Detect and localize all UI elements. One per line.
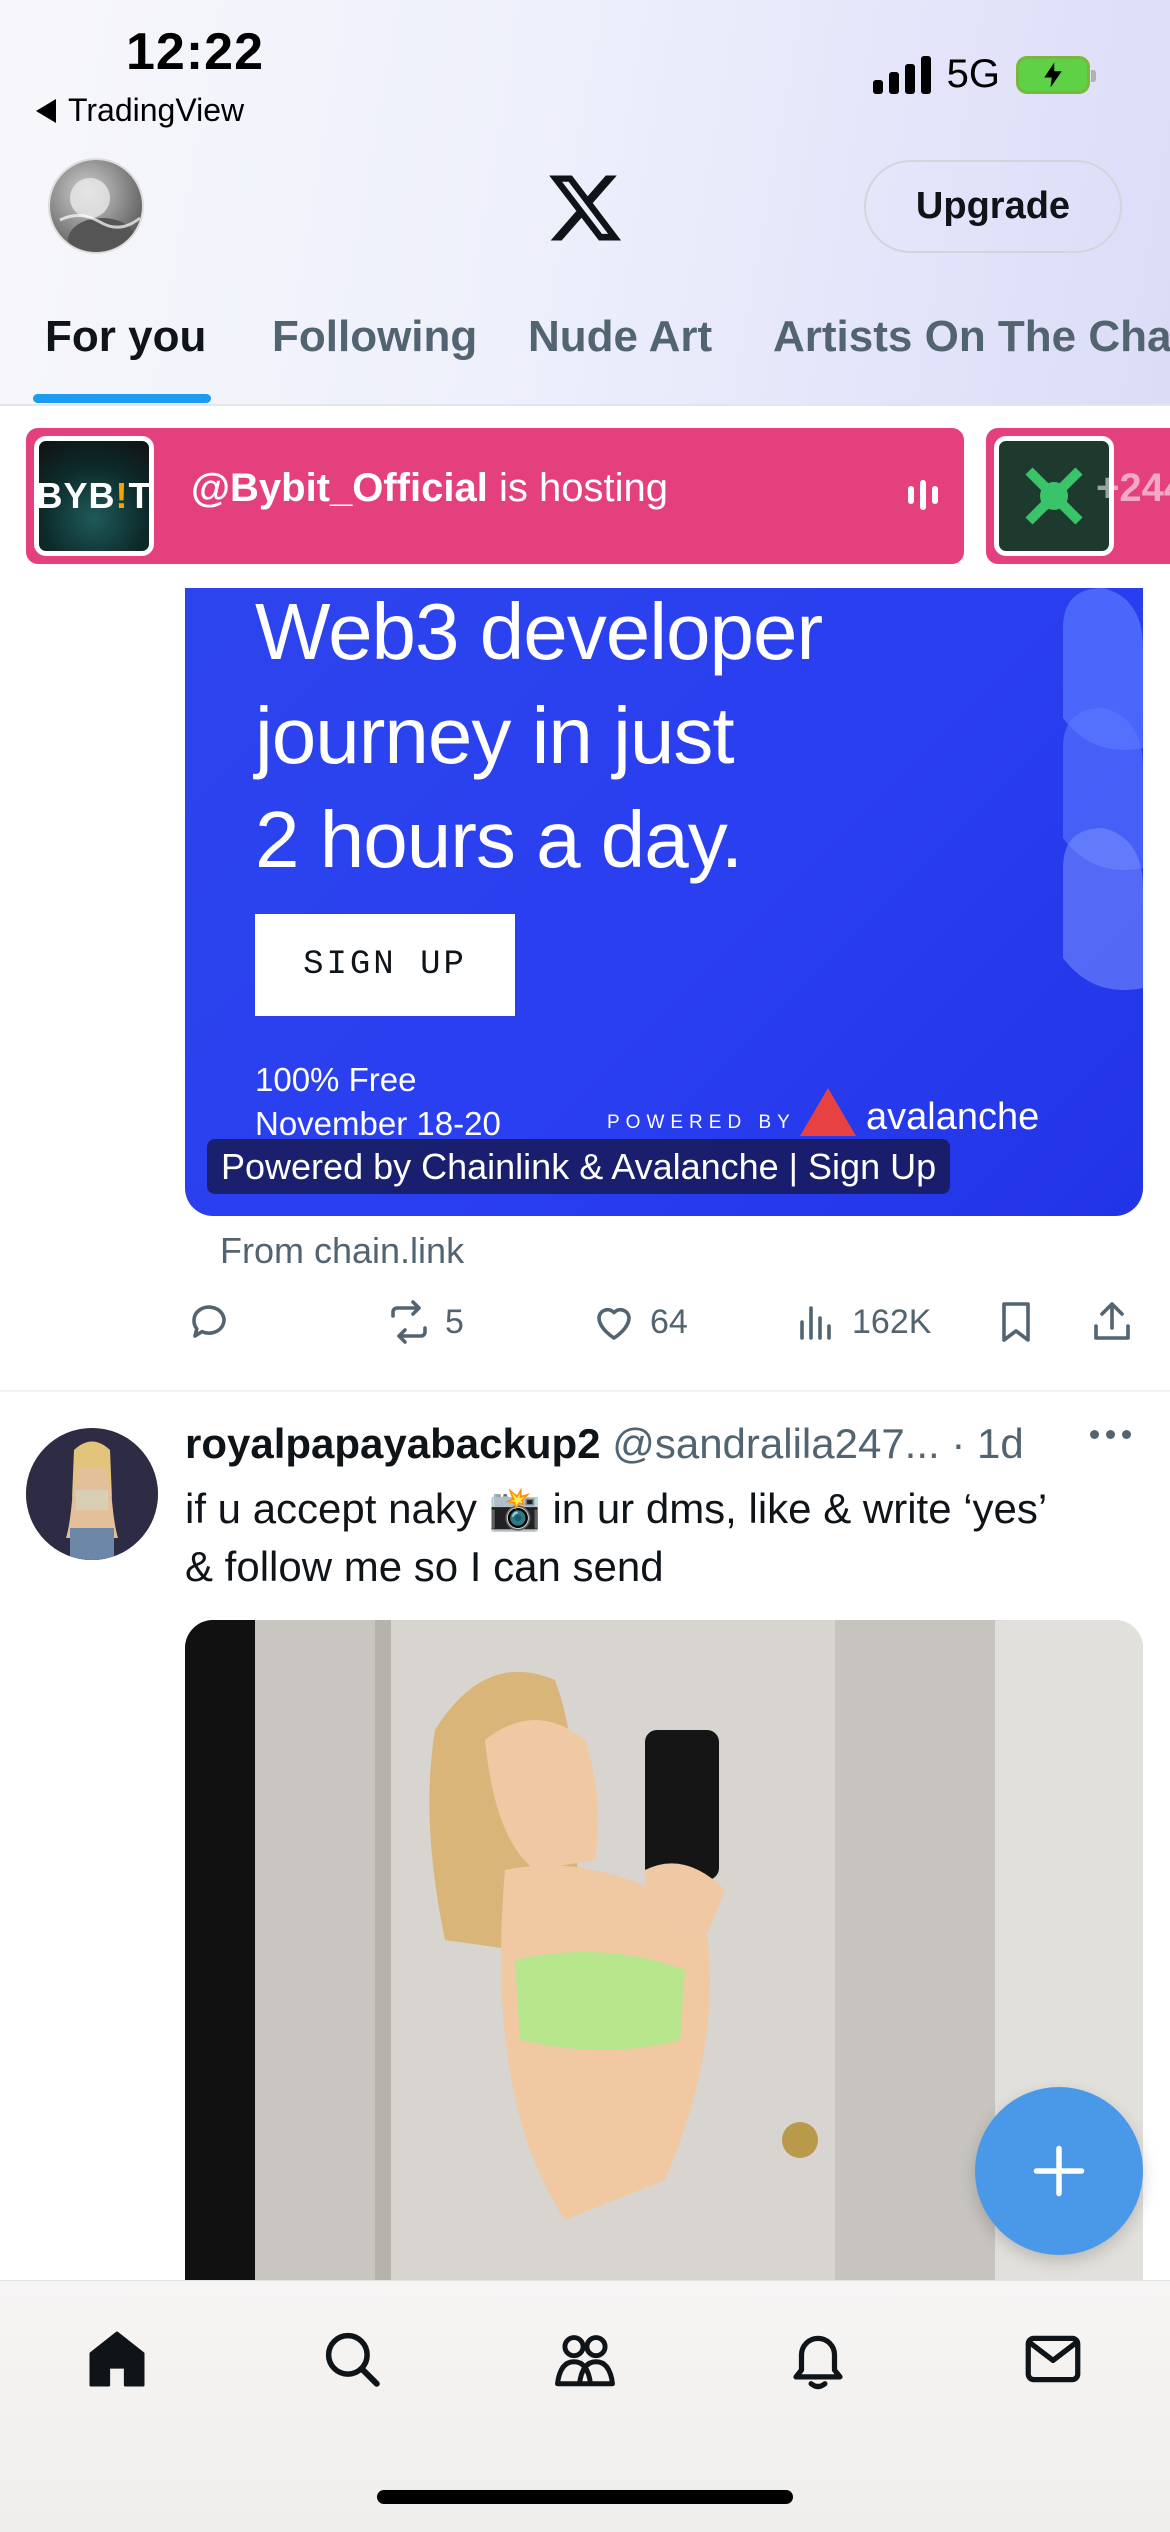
- compose-button[interactable]: [975, 2087, 1143, 2255]
- tab-nude-art[interactable]: Nude Art: [528, 312, 712, 362]
- avalanche-triangle-icon: [800, 1088, 856, 1136]
- search-icon: [325, 2332, 380, 2387]
- view-count: 162K: [852, 1302, 932, 1341]
- nav-messages[interactable]: [1013, 2319, 1093, 2399]
- post-text-line-2: & follow me so I can send: [185, 1543, 664, 1590]
- analytics-icon: [800, 1306, 831, 1340]
- home-indicator[interactable]: [377, 2490, 793, 2504]
- repost-icon: [391, 1300, 427, 1344]
- bookmark-button[interactable]: [992, 1298, 1040, 1346]
- like-button[interactable]: 64: [590, 1298, 688, 1346]
- top-header-area: 12:22 TradingView 5G Upgrade For you Fol…: [0, 0, 1170, 405]
- active-tab-indicator: [33, 394, 211, 403]
- ad-details: 100% Free November 18-20: [255, 1058, 501, 1146]
- space-listener-count: +244: [1096, 466, 1170, 510]
- ad-headline-line-1: Web3 developer: [255, 588, 823, 676]
- back-app-label: TradingView: [68, 92, 245, 128]
- communities-icon: [555, 2335, 615, 2387]
- ad-headline: Web3 developer journey in just 2 hours a…: [255, 588, 823, 892]
- messages-icon: [1025, 2335, 1081, 2383]
- x-logo-icon[interactable]: [545, 168, 625, 248]
- space-host-suffix: is hosting: [487, 466, 668, 510]
- ad-media-card[interactable]: Web3 developer journey in just 2 hours a…: [185, 588, 1143, 1216]
- bybit-avatar: BYB! T: [34, 436, 154, 556]
- home-icon: [89, 2331, 145, 2387]
- plus-icon: [1033, 2145, 1085, 2197]
- ad-signup-button[interactable]: SIGN UP: [255, 914, 515, 1016]
- timeline-tabs: For you Following Nude Art Artists On Th…: [0, 300, 1170, 404]
- avalanche-logo: avalanche: [800, 1088, 1039, 1136]
- ad-decoration: [1063, 588, 1143, 990]
- post-header: royalpapayabackup2 @sandralila247... · 1…: [185, 1420, 1145, 1468]
- more-options-icon[interactable]: [1090, 1430, 1131, 1439]
- nav-notifications[interactable]: [778, 2319, 858, 2399]
- notifications-icon: [793, 2335, 843, 2390]
- tab-artists-on-the-chain[interactable]: Artists On The Cha: [773, 312, 1170, 362]
- ad-free-line: 100% Free: [255, 1061, 417, 1098]
- bybit-logo-bang: !: [115, 475, 129, 516]
- post-text: if u accept naky 📸 in ur dms, like & wri…: [185, 1480, 1125, 1596]
- network-type: 5G: [946, 52, 1000, 96]
- repost-button[interactable]: 5: [385, 1298, 464, 1346]
- post-divider: [0, 1390, 1170, 1392]
- space-card-bybit[interactable]: BYB! T @Bybit_Official is hosting: [26, 428, 964, 564]
- reply-button[interactable]: [185, 1298, 233, 1346]
- status-time: 12:22: [126, 23, 264, 81]
- reply-icon: [192, 1305, 226, 1338]
- back-to-app-link[interactable]: TradingView: [36, 92, 244, 129]
- space-card-second[interactable]: +244: [986, 428, 1170, 564]
- ad-caption-link[interactable]: Powered by Chainlink & Avalanche | Sign …: [207, 1139, 951, 1194]
- post-author-avatar[interactable]: [26, 1428, 158, 1560]
- like-count: 64: [650, 1302, 688, 1341]
- post-text-line-1: if u accept naky 📸 in ur dms, like & wri…: [185, 1485, 1048, 1532]
- space-host-text: @Bybit_Official is hosting: [191, 466, 668, 511]
- crossed-swords-icon: [1025, 467, 1083, 525]
- live-audio-icon: [908, 480, 938, 510]
- post-handle-time: @sandralila247... · 1d: [600, 1420, 1024, 1467]
- bybit-logo-text-1: BYB: [36, 475, 116, 516]
- nav-home[interactable]: [77, 2319, 157, 2399]
- status-indicators: 5G: [872, 52, 1096, 97]
- avalanche-wordmark: avalanche: [866, 1096, 1040, 1138]
- nav-communities[interactable]: [545, 2319, 625, 2399]
- profile-avatar[interactable]: [48, 158, 144, 254]
- battery-charging-icon: [1016, 55, 1096, 94]
- ad-powered-by: POWERED BY: [607, 1112, 796, 1133]
- ad-action-bar: 5 64 162K: [0, 1298, 1170, 1358]
- bybit-logo-text-2: T: [128, 475, 152, 516]
- cellular-signal-icon: [872, 55, 931, 94]
- tab-following[interactable]: Following: [272, 312, 477, 362]
- views-button[interactable]: 162K: [792, 1298, 931, 1346]
- repost-count: 5: [445, 1302, 464, 1341]
- space-host-handle: @Bybit_Official: [191, 466, 488, 510]
- bookmark-icon: [1002, 1302, 1030, 1342]
- ad-headline-line-3: 2 hours a day.: [255, 795, 743, 884]
- back-arrow-icon: [36, 98, 56, 123]
- ad-source-link[interactable]: From chain.link: [220, 1230, 464, 1272]
- share-button[interactable]: [1088, 1298, 1136, 1346]
- share-icon: [1094, 1302, 1130, 1340]
- spaces-bar: BYB!T @Bybit_Official is hosting +244: [0, 406, 1170, 588]
- nav-search[interactable]: [312, 2319, 392, 2399]
- ad-headline-line-2: journey in just: [255, 691, 735, 780]
- post-author-name[interactable]: royalpapayabackup2: [185, 1420, 601, 1467]
- heart-icon: [597, 1307, 631, 1340]
- upgrade-button[interactable]: Upgrade: [864, 160, 1122, 253]
- tab-for-you[interactable]: For you: [45, 312, 206, 362]
